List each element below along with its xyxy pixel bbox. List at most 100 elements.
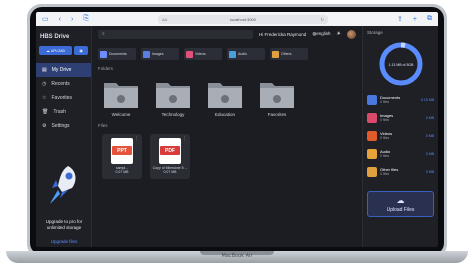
storage-panel: Storage 1.13 MB of 5GB Documents 0 files … xyxy=(362,26,438,247)
new-tab-icon[interactable]: + xyxy=(413,16,417,23)
audio-icon xyxy=(367,149,377,159)
more-options-icon[interactable]: ⋮ xyxy=(182,136,187,142)
upload-files-label: Upload Files xyxy=(386,206,415,213)
folder-grid: Welcome Technology Education Favorites xyxy=(98,79,356,117)
document-icon xyxy=(100,50,107,58)
drive-icon: ▤ xyxy=(42,67,47,73)
star-icon: ☆ xyxy=(42,95,47,101)
cloud-upload-icon: ☁ xyxy=(46,48,50,53)
upgrade-promo: Upgrade to pro for unlimited storage Upg… xyxy=(40,162,88,244)
category-images[interactable]: Images xyxy=(141,48,179,60)
more-options-icon[interactable]: ⋮ xyxy=(134,136,139,142)
cloud-upload-icon: ☁ xyxy=(396,195,405,205)
file-card[interactable]: ⋮ PDF Copy of Milestone 5 ... 0.07 MB xyxy=(150,134,190,179)
category-label: Videos xyxy=(195,52,206,56)
storage-item-value: 0 MB xyxy=(425,134,434,138)
storage-used-text: 1.13 MB of 5GB xyxy=(388,63,414,67)
upload-files-button[interactable]: ☁ Upload Files xyxy=(367,191,434,217)
storage-item-value: 0.15 MB xyxy=(420,98,434,102)
video-icon xyxy=(186,50,193,58)
sidebar-item-label: Favorites xyxy=(51,95,73,101)
rocket-icon xyxy=(50,166,76,204)
search-icon: ⌕ xyxy=(102,31,105,37)
app-logo: HBS Drive xyxy=(40,34,70,40)
avatar[interactable] xyxy=(347,29,356,39)
storage-item-count: 0 files xyxy=(380,154,390,158)
reload-icon[interactable]: ↻ xyxy=(321,17,324,22)
folder-item[interactable]: Education xyxy=(206,79,244,117)
folder-icon xyxy=(104,83,138,108)
folder-name: Welcome xyxy=(111,112,131,117)
reader-label[interactable]: AA xyxy=(162,17,167,22)
folder-icon xyxy=(208,83,242,108)
screen: ▭ ‹ › ⎘ AA localhost:3000 ↻ ⇪ + ⧉ HBS Dr… xyxy=(36,12,438,247)
ppt-file-icon: PPT xyxy=(111,138,133,164)
image-icon xyxy=(143,50,150,58)
sidebar-item-label: Trash xyxy=(53,109,66,115)
sidebar-item-settings[interactable]: ⚙ Settings xyxy=(36,119,91,133)
new-folder-button[interactable]: ▣ xyxy=(74,46,88,55)
category-documents[interactable]: Documents xyxy=(98,48,136,60)
other-file-icon xyxy=(272,50,279,58)
folder-item[interactable]: Favorites xyxy=(258,79,296,117)
clock-icon: ◷ xyxy=(42,81,47,87)
storage-row[interactable]: Documents 0 files 0.15 MB xyxy=(367,91,434,109)
device-label: MacBook Air xyxy=(221,253,253,259)
tab-icon[interactable]: ⎘ xyxy=(83,15,89,23)
storage-item-value: 0 MB xyxy=(425,152,434,156)
user-greeting: Hi Fredericka Raymond xyxy=(259,31,307,37)
storage-row[interactable]: Other files 0 files 0 MB xyxy=(367,163,434,181)
main-content: ⌕ Hi Fredericka Raymond ◍english ☀ Docum… xyxy=(92,26,362,247)
promo-text: Upgrade to pro for unlimited storage xyxy=(45,219,83,230)
folders-heading: Folders xyxy=(98,66,114,71)
browser-toolbar: ▭ ‹ › ⎘ AA localhost:3000 ↻ ⇪ + ⧉ xyxy=(36,12,438,26)
storage-ring: 1.13 MB of 5GB xyxy=(379,42,422,86)
sidebar-item-label: Recents xyxy=(51,81,70,87)
url-text: localhost:3000 xyxy=(230,16,256,22)
upgrade-link[interactable]: Upgrade files xyxy=(40,239,88,244)
theme-toggle-icon[interactable]: ☀ xyxy=(337,31,341,37)
file-size: 0.07 MB xyxy=(115,170,129,174)
sidebar-item-trash[interactable]: 🗑 Trash xyxy=(36,105,91,119)
sidebar-nav: ▤ My Drive ◷ Recents ☆ Favorites 🗑 Trash ⚙ Se… xyxy=(36,63,91,133)
url-bar[interactable]: AA localhost:3000 ↻ xyxy=(157,14,328,24)
category-bar: Documents Images Videos Audio Others xyxy=(98,48,356,60)
sidebar-item-my-drive[interactable]: ▤ My Drive xyxy=(36,63,91,77)
folder-name: Favorites xyxy=(267,112,287,117)
sidebar-item-favorites[interactable]: ☆ Favorites xyxy=(36,91,91,105)
folder-item[interactable]: Technology xyxy=(154,79,192,117)
category-others[interactable]: Others xyxy=(270,48,308,60)
forward-icon[interactable]: › xyxy=(71,16,73,23)
file-card[interactable]: ⋮ PPT sampl... 0.07 MB xyxy=(102,134,142,179)
gear-icon: ⚙ xyxy=(42,123,47,129)
sidebar-item-label: Settings xyxy=(51,123,70,129)
video-icon xyxy=(367,131,377,141)
upload-button[interactable]: ☁ UPLOAD xyxy=(39,46,73,55)
category-label: Audio xyxy=(238,52,247,56)
sidebar-item-label: My Drive xyxy=(51,67,72,73)
back-icon[interactable]: ‹ xyxy=(59,16,61,23)
category-label: Documents xyxy=(109,52,127,56)
storage-item-value: 0 MB xyxy=(425,116,434,120)
category-label: Others xyxy=(281,52,292,56)
sidebar-item-recents[interactable]: ◷ Recents xyxy=(36,77,91,91)
language-select[interactable]: ◍english xyxy=(312,31,330,37)
tabs-overview-icon[interactable]: ⧉ xyxy=(427,15,432,23)
search-input[interactable]: ⌕ xyxy=(98,29,254,39)
category-label: Images xyxy=(152,52,164,56)
folder-item[interactable]: Welcome xyxy=(102,79,140,117)
category-videos[interactable]: Videos xyxy=(184,48,222,60)
audio-icon xyxy=(229,50,236,58)
other-file-icon xyxy=(367,167,377,177)
sidebar-toggle-icon[interactable]: ▭ xyxy=(42,15,49,23)
share-icon[interactable]: ⇪ xyxy=(397,15,403,23)
folder-icon xyxy=(260,83,294,108)
storage-row[interactable]: Audio 0 files 0 MB xyxy=(367,145,434,163)
storage-row[interactable]: Videos 0 files 0 MB xyxy=(367,127,434,145)
storage-row[interactable]: Images 0 files 0 MB xyxy=(367,109,434,127)
storage-item-count: 0 files xyxy=(380,136,390,140)
category-audio[interactable]: Audio xyxy=(227,48,265,60)
folder-plus-icon: ▣ xyxy=(79,48,83,53)
storage-item-count: 0 files xyxy=(380,100,390,104)
trash-icon: 🗑 xyxy=(42,109,49,115)
